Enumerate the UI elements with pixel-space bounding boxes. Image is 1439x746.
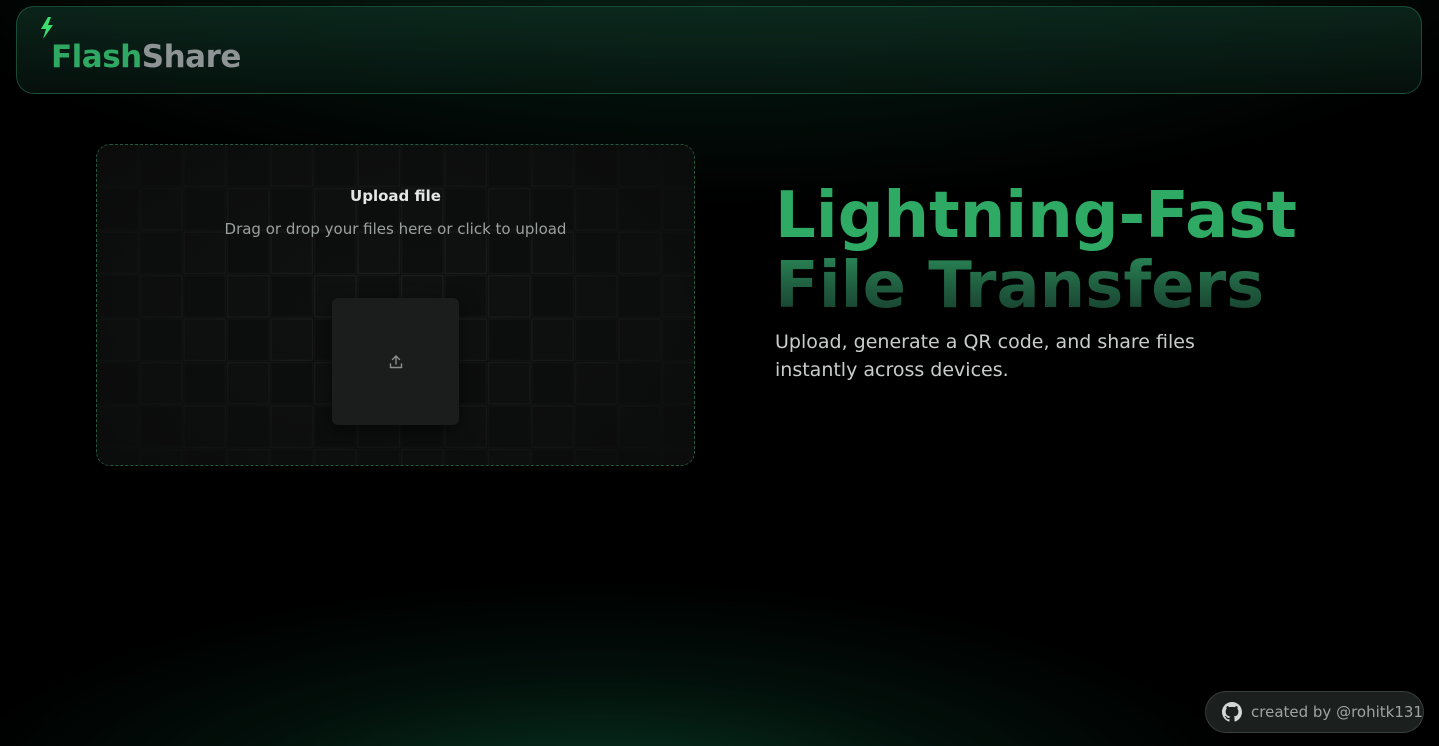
logo-text-share: Share xyxy=(141,39,242,75)
hero-title-line1: Lightning-Fast xyxy=(775,179,1297,253)
hero-description: Upload, generate a QR code, and share fi… xyxy=(775,331,1195,381)
logo-link[interactable]: FlashShare xyxy=(39,17,241,77)
upload-title: Upload file xyxy=(350,187,441,205)
creator-badge-link[interactable]: created by @rohitk131 xyxy=(1205,691,1424,733)
hero-section: Lightning-Fast File Transfers Upload, ge… xyxy=(775,180,1335,384)
upload-icon xyxy=(389,354,402,368)
logo-text-flash: Flash xyxy=(51,39,142,75)
hero-title-line2: File Transfers xyxy=(775,250,1335,322)
navbar: FlashShare xyxy=(16,6,1422,94)
file-upload-dropzone[interactable]: Upload file Drag or drop your files here… xyxy=(96,144,695,466)
upload-button[interactable] xyxy=(332,298,459,425)
upload-subtitle: Drag or drop your files here or click to… xyxy=(224,220,567,238)
github-icon xyxy=(1222,702,1242,722)
lightning-bolt-icon xyxy=(41,17,53,39)
creator-credit-text: created by @rohitk131 xyxy=(1251,703,1423,721)
logo-text: FlashShare xyxy=(51,37,241,77)
